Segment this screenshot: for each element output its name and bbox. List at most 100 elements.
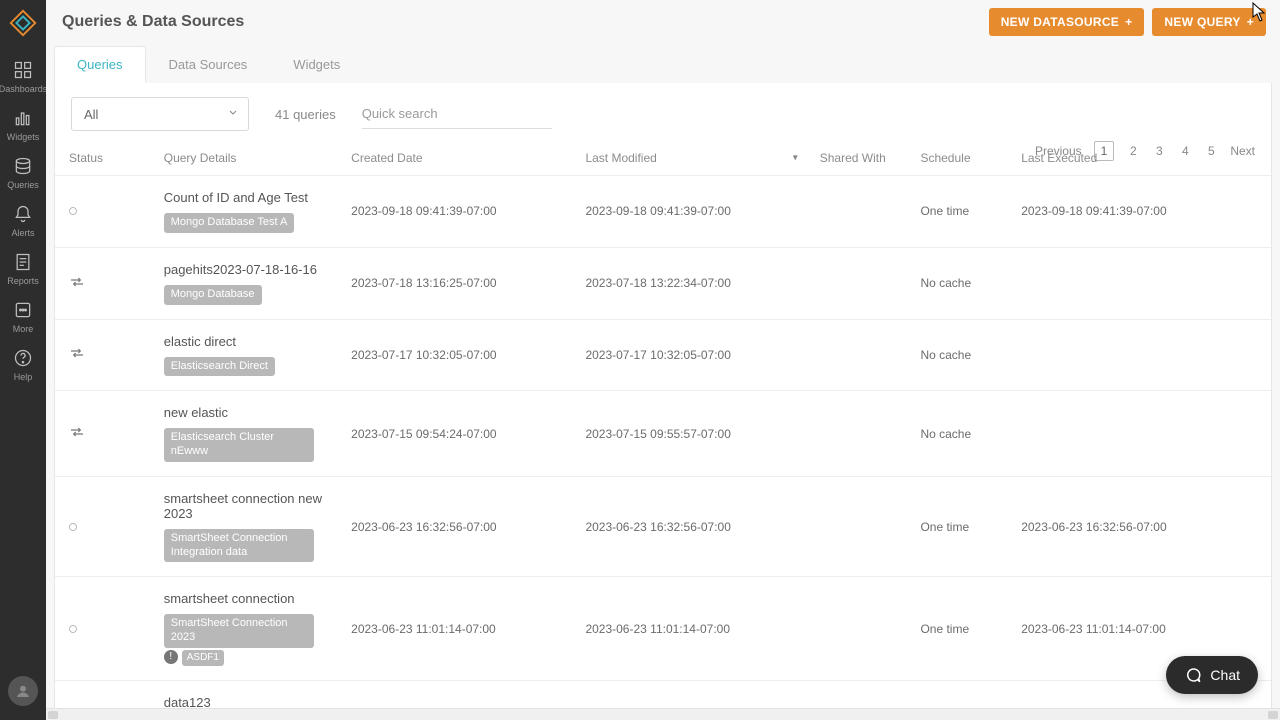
cell-created: 2023-06-23 16:32:56-07:00 bbox=[343, 476, 577, 577]
status-cell bbox=[55, 247, 156, 319]
extra-tag[interactable]: ASDF1 bbox=[182, 650, 224, 667]
alerts-icon bbox=[13, 204, 33, 224]
sidenav-dashboards[interactable]: Dashboards bbox=[0, 52, 46, 100]
queries-icon bbox=[13, 156, 33, 176]
horizontal-scrollbar[interactable] bbox=[46, 708, 1280, 720]
queries-table: Status Query Details Created Date Last M… bbox=[55, 141, 1271, 720]
query-title[interactable]: smartsheet connection bbox=[164, 591, 335, 606]
tabs: Queries Data Sources Widgets bbox=[46, 36, 1280, 83]
sidenav-more[interactable]: More bbox=[0, 292, 46, 340]
col-shared[interactable]: Shared With bbox=[812, 141, 913, 176]
sidenav-queries[interactable]: Queries bbox=[0, 148, 46, 196]
col-created[interactable]: Created Date bbox=[343, 141, 577, 176]
status-dot-icon bbox=[69, 523, 77, 531]
panel: All 41 queries Previous 1 2 3 4 5 Next bbox=[54, 83, 1272, 720]
col-modified[interactable]: Last Modified▾ bbox=[577, 141, 811, 176]
query-title[interactable]: smartsheet connection new 2023 bbox=[164, 491, 335, 521]
query-details-cell: smartsheet connection SmartSheet Connecti… bbox=[156, 577, 343, 681]
datasource-tag[interactable]: SmartSheet Connection 2023 bbox=[164, 614, 314, 648]
cell-shared bbox=[812, 176, 913, 248]
status-cell bbox=[55, 319, 156, 391]
chat-widget[interactable]: Chat bbox=[1166, 656, 1258, 694]
user-avatar[interactable] bbox=[8, 676, 38, 706]
status-dot-icon bbox=[69, 207, 77, 215]
table-row[interactable]: Count of ID and Age Test Mongo Database T… bbox=[55, 176, 1271, 248]
sidenav-help[interactable]: Help bbox=[0, 340, 46, 388]
query-title[interactable]: new elastic bbox=[164, 405, 335, 420]
swap-icon bbox=[69, 349, 85, 363]
more-icon bbox=[13, 300, 33, 320]
cell-schedule: One time bbox=[912, 176, 1013, 248]
filter-select[interactable]: All bbox=[71, 97, 249, 131]
cell-created: 2023-07-15 09:54:24-07:00 bbox=[343, 391, 577, 477]
table-row[interactable]: smartsheet connection new 2023 SmartSheet… bbox=[55, 476, 1271, 577]
sidenav-widgets[interactable]: Widgets bbox=[0, 100, 46, 148]
search-input[interactable] bbox=[362, 99, 552, 129]
help-icon bbox=[13, 348, 33, 368]
scroll-left-icon[interactable] bbox=[48, 711, 58, 719]
datasource-tag[interactable]: Mongo Database bbox=[164, 285, 262, 305]
cell-created: 2023-07-17 10:32:05-07:00 bbox=[343, 319, 577, 391]
table-row[interactable]: pagehits2023-07-18-16-16 Mongo Database 20… bbox=[55, 247, 1271, 319]
cell-executed bbox=[1013, 391, 1271, 477]
cell-modified: 2023-06-23 16:32:56-07:00 bbox=[577, 476, 811, 577]
cell-created: 2023-07-18 13:16:25-07:00 bbox=[343, 247, 577, 319]
app-logo[interactable] bbox=[8, 8, 38, 38]
tab-label: Queries bbox=[77, 57, 123, 72]
tab-queries[interactable]: Queries bbox=[54, 46, 146, 83]
col-schedule[interactable]: Schedule bbox=[912, 141, 1013, 176]
tab-data-sources[interactable]: Data Sources bbox=[146, 46, 271, 83]
filter-select-wrap: All bbox=[71, 97, 249, 131]
datasource-tag[interactable]: Elasticsearch Cluster nEwww bbox=[164, 428, 314, 462]
tab-widgets[interactable]: Widgets bbox=[270, 46, 363, 83]
table-row[interactable]: new elastic Elasticsearch Cluster nEwww 20… bbox=[55, 391, 1271, 477]
cell-schedule: One time bbox=[912, 577, 1013, 681]
query-title[interactable]: elastic direct bbox=[164, 334, 335, 349]
new-datasource-button[interactable]: NEW DATASOURCE + bbox=[989, 8, 1145, 36]
status-cell bbox=[55, 391, 156, 477]
query-details-cell: smartsheet connection new 2023 SmartSheet… bbox=[156, 476, 343, 577]
col-executed[interactable]: Last Executed bbox=[1013, 141, 1271, 176]
table-row[interactable]: smartsheet connection SmartSheet Connecti… bbox=[55, 577, 1271, 681]
cell-modified: 2023-07-18 13:22:34-07:00 bbox=[577, 247, 811, 319]
sidenav-reports[interactable]: Reports bbox=[0, 244, 46, 292]
main-area: Queries & Data Sources NEW DATASOURCE+ N… bbox=[46, 0, 1280, 720]
cell-schedule: One time bbox=[912, 476, 1013, 577]
scroll-right-icon[interactable] bbox=[1268, 711, 1278, 719]
status-dot-icon bbox=[69, 625, 77, 633]
dashboard-icon bbox=[13, 60, 33, 80]
cell-executed bbox=[1013, 319, 1271, 391]
cell-shared bbox=[812, 247, 913, 319]
button-label: NEW DATASOURCE bbox=[1001, 15, 1119, 29]
cell-executed: 2023-06-23 16:32:56-07:00 bbox=[1013, 476, 1271, 577]
col-details[interactable]: Query Details bbox=[156, 141, 343, 176]
cell-schedule: No cache bbox=[912, 319, 1013, 391]
sidenav: Dashboards Widgets Queries Alerts Report… bbox=[0, 0, 46, 720]
query-title[interactable]: Count of ID and Age Test bbox=[164, 190, 335, 205]
reports-icon bbox=[13, 252, 33, 272]
datasource-tag[interactable]: Elasticsearch Direct bbox=[164, 357, 275, 377]
col-status[interactable]: Status bbox=[55, 141, 156, 176]
chat-label: Chat bbox=[1210, 667, 1240, 683]
sidenav-alerts[interactable]: Alerts bbox=[0, 196, 46, 244]
datasource-tag[interactable]: Mongo Database Test A bbox=[164, 213, 295, 233]
query-title[interactable]: pagehits2023-07-18-16-16 bbox=[164, 262, 335, 277]
person-icon bbox=[14, 682, 32, 700]
new-query-button[interactable]: NEW QUERY+ bbox=[1152, 8, 1266, 36]
cell-schedule: No cache bbox=[912, 391, 1013, 477]
swap-icon bbox=[69, 278, 85, 292]
sidenav-label: Alerts bbox=[11, 228, 34, 238]
sidenav-label: Queries bbox=[7, 180, 39, 190]
cell-executed bbox=[1013, 247, 1271, 319]
cell-shared bbox=[812, 476, 913, 577]
sidenav-label: Dashboards bbox=[0, 84, 47, 94]
table-row[interactable]: elastic direct Elasticsearch Direct 2023-0… bbox=[55, 319, 1271, 391]
datasource-tag[interactable]: SmartSheet Connection Integration data bbox=[164, 529, 314, 563]
col-modified-label: Last Modified bbox=[585, 151, 656, 165]
plus-icon: + bbox=[1125, 15, 1132, 29]
warning-icon[interactable]: ! bbox=[164, 650, 178, 664]
cell-shared bbox=[812, 577, 913, 681]
sidenav-label: More bbox=[13, 324, 34, 334]
cell-shared bbox=[812, 391, 913, 477]
sidenav-label: Reports bbox=[7, 276, 39, 286]
